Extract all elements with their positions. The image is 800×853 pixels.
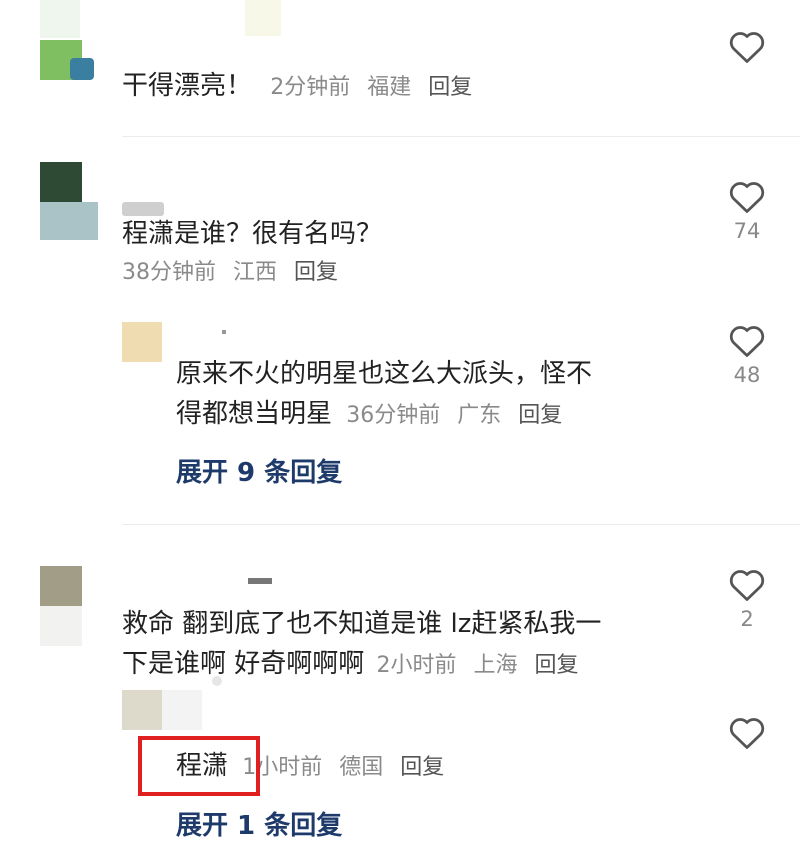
comment-location: 上海: [473, 653, 518, 678]
heart-outline-icon: [729, 570, 765, 601]
avatar[interactable]: [40, 162, 82, 202]
comment-location: 福建: [367, 75, 412, 100]
avatar-thumbnail: [40, 606, 82, 646]
reply-text: 原来不火的明星也这么大派头，怪不: [176, 359, 593, 389]
comment-location: 江西: [233, 260, 278, 285]
like-count: 2: [740, 607, 754, 631]
expand-replies-link[interactable]: 展开 9 条回复: [176, 455, 342, 491]
username-blur: [40, 0, 80, 38]
avatar-thumbnail: [40, 202, 98, 240]
username-blur: [212, 676, 222, 686]
avatar[interactable]: [122, 690, 162, 730]
comment-meta: 2分钟前 福建 回复: [270, 75, 482, 100]
comment-meta: 38分钟前 江西 回复: [122, 258, 348, 288]
reply-button[interactable]: 回复: [428, 75, 472, 100]
like-button[interactable]: 48: [721, 322, 773, 388]
comment-time: 38分钟前: [122, 260, 216, 285]
like-button[interactable]: 74: [721, 178, 773, 244]
avatar[interactable]: [40, 566, 82, 606]
comment-text: 下是谁啊 好奇啊啊啊 2小时前 上海 回复: [122, 644, 589, 686]
avatar[interactable]: [122, 322, 162, 362]
like-button[interactable]: [721, 714, 773, 750]
heart-outline-icon: [729, 326, 765, 357]
reply-button[interactable]: 回复: [294, 260, 338, 285]
comment-text: 救命 翻到底了也不知道是谁 lz赶紧私我一: [122, 609, 602, 639]
comment-text: 干得漂亮！ 2分钟前 福建 回复: [122, 66, 482, 108]
reply-button[interactable]: 回复: [400, 755, 444, 780]
reply-button[interactable]: 回复: [518, 403, 562, 428]
heart-outline-icon: [729, 32, 765, 63]
like-button[interactable]: 2: [721, 566, 773, 632]
like-count: 48: [733, 363, 761, 387]
avatar-thumbnail: [162, 690, 202, 730]
comment-text: 程潇是谁？很有名吗？: [122, 219, 383, 249]
reply-text: 得都想当明星 36分钟前 广东 回复: [176, 394, 572, 436]
username-blur: [245, 0, 281, 36]
heart-outline-icon: [729, 182, 765, 213]
divider: [122, 524, 800, 525]
reply-time: 36分钟前: [346, 403, 441, 428]
avatar-thumbnail: [70, 58, 94, 80]
like-count: 74: [733, 219, 761, 243]
reply-location: 广东: [457, 403, 502, 428]
comment-time: 2小时前: [376, 653, 457, 678]
username-blur: [248, 578, 272, 584]
reply-meta: 36分钟前 广东 回复: [346, 403, 572, 428]
reply-location: 德国: [339, 755, 384, 780]
username-blur: [222, 330, 226, 334]
expand-replies-link[interactable]: 展开 1 条回复: [176, 808, 342, 844]
comment-time: 2分钟前: [270, 75, 351, 100]
comment-meta: 2小时前 上海 回复: [377, 653, 589, 678]
divider: [122, 136, 800, 137]
highlight-annotation: [138, 736, 260, 796]
reply-meta: 1小时前 德国 回复: [242, 755, 454, 780]
reply-button[interactable]: 回复: [535, 653, 579, 678]
like-button[interactable]: [721, 28, 773, 64]
heart-outline-icon: [729, 718, 765, 749]
